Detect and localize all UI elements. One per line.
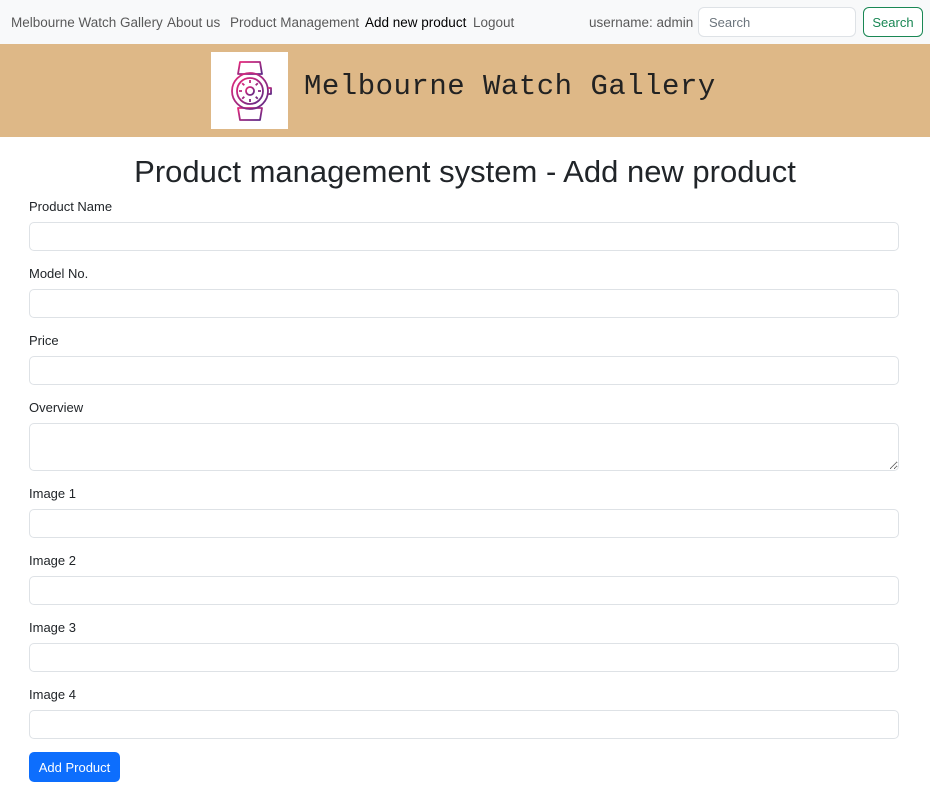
add-product-button[interactable]: Add Product: [29, 752, 120, 782]
product-name-input[interactable]: [29, 222, 899, 251]
overview-textarea[interactable]: [29, 423, 899, 471]
image-4-label: Image 4: [29, 687, 76, 702]
image-3-label: Image 3: [29, 620, 76, 635]
overview-label: Overview: [29, 400, 84, 415]
nav-link-logout[interactable]: Logout: [473, 14, 514, 31]
logo: [211, 52, 288, 129]
search-button[interactable]: Search: [863, 7, 923, 37]
username-label: username: admin: [589, 15, 694, 30]
search-input[interactable]: [698, 7, 856, 37]
navbar-brand-link[interactable]: Melbourne Watch Gallery: [11, 14, 163, 31]
model-no-input[interactable]: [29, 289, 899, 318]
nav-link-about-us[interactable]: About us: [167, 14, 220, 31]
model-no-label: Model No.: [29, 266, 89, 281]
nav-link-product-management[interactable]: Product Management: [230, 14, 359, 31]
image-3-input[interactable]: [29, 643, 899, 672]
price-label: Price: [29, 333, 59, 348]
image-1-input[interactable]: [29, 509, 899, 538]
page-title: Product management system - Add new prod…: [134, 154, 796, 189]
price-input[interactable]: [29, 356, 899, 385]
top-navbar: Melbourne Watch Gallery About us Product…: [0, 0, 930, 44]
watch-icon: [230, 60, 272, 121]
image-4-input[interactable]: [29, 710, 899, 739]
banner-title: Melbourne Watch Gallery: [304, 70, 716, 103]
image-1-label: Image 1: [29, 486, 76, 501]
header-banner: Melbourne Watch Gallery: [0, 44, 930, 137]
image-2-input[interactable]: [29, 576, 899, 605]
product-name-label: Product Name: [29, 199, 113, 214]
nav-link-add-new-product[interactable]: Add new product: [365, 14, 466, 31]
image-2-label: Image 2: [29, 553, 76, 568]
